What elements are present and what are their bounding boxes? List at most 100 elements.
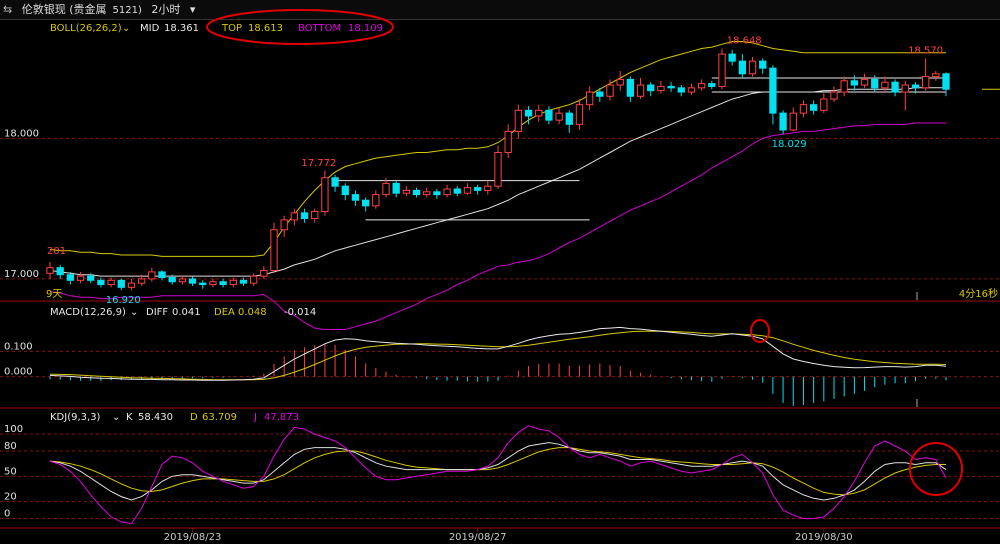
candle-body <box>300 212 309 220</box>
macd-diff-line <box>49 326 947 381</box>
candle-body <box>127 282 136 288</box>
candle-body <box>148 271 156 280</box>
macd-legend-item: DEA <box>214 307 235 318</box>
candle-body <box>606 84 614 97</box>
countdown-note: 4分16秒 <box>959 287 998 300</box>
candle-body <box>158 271 166 279</box>
chart-window: ⇆ 伦敦银现 (贵金属 5121) 2小时 ▾ 18.000 17.000 0.100… <box>0 0 1000 544</box>
candle-body <box>178 278 187 283</box>
candle-body <box>382 182 390 196</box>
candle-body <box>280 219 288 231</box>
candle-body <box>657 85 665 92</box>
low-price-label: 18.029 <box>772 139 807 150</box>
candle-body <box>697 83 706 89</box>
candle-body <box>535 109 543 117</box>
candle-body <box>565 112 573 125</box>
macd-legend-item: 0.041 <box>172 307 201 318</box>
candle-body <box>270 229 278 271</box>
high-price-label: 17.772 <box>301 158 336 169</box>
candle-body <box>596 91 604 97</box>
candle-body <box>504 130 512 153</box>
candle-body <box>494 151 502 187</box>
macd-legend-item: DIFF <box>146 307 168 318</box>
candle-body <box>718 53 726 87</box>
candle-body <box>575 104 584 125</box>
boll-legend-item: MID <box>140 23 160 34</box>
candle-body <box>443 188 451 196</box>
boll-legend-item: BOLL(26,26,2) <box>50 23 122 34</box>
candle-body <box>728 53 736 62</box>
candle-body <box>76 275 85 281</box>
boll-legend-item: ⌄ <box>122 23 130 34</box>
kdj-legend-item: 58.430 <box>138 412 173 423</box>
left-note: 9天 <box>46 289 62 300</box>
candle-body <box>56 267 64 276</box>
offscreen-price-label: 201 <box>47 246 66 257</box>
candle-body <box>87 275 95 281</box>
candle-body <box>708 83 716 87</box>
candle-body <box>209 281 217 286</box>
candle-body <box>137 278 146 284</box>
kdj-tick-label: 50 <box>4 466 17 477</box>
candle-body <box>473 187 482 191</box>
candle-body <box>351 194 360 201</box>
candle-body <box>545 109 553 121</box>
candle-body <box>402 189 411 194</box>
candle-body <box>932 73 940 78</box>
candle-body <box>372 194 380 207</box>
candle-body <box>789 112 797 131</box>
macd-legend-item: MACD(12,26,9) <box>50 307 126 318</box>
kdj-legend-item: ⌄ <box>112 412 120 423</box>
candle-body <box>423 191 431 196</box>
candle-body <box>260 269 268 277</box>
candle-body <box>361 199 370 207</box>
candle-body <box>911 84 920 89</box>
candle-body <box>759 60 767 69</box>
candle-body <box>46 267 54 274</box>
x-tick-label: 2019/08/27 <box>449 532 507 543</box>
kdj-legend-item: D <box>190 412 198 423</box>
boll-legend-item: 18.109 <box>348 23 383 34</box>
macd-dea-line <box>49 330 947 381</box>
candle-body <box>331 177 339 187</box>
candle-body <box>341 185 349 196</box>
kdj-tick-label: 80 <box>4 441 17 452</box>
candle-body <box>433 191 441 196</box>
candle-body <box>66 274 75 281</box>
kdj-legend-item: 47.873 <box>264 412 299 423</box>
candle-body <box>463 187 472 194</box>
annotation-ellipse <box>750 319 770 343</box>
candle-body <box>199 282 207 286</box>
candle-body <box>168 277 176 283</box>
candle-body <box>97 279 105 286</box>
macd-tick-label: 0.100 <box>4 341 33 352</box>
candle-body <box>626 78 635 97</box>
kdj-d-line <box>49 447 946 496</box>
candle-body <box>249 275 258 284</box>
boll-legend-item: BOTTOM <box>298 23 341 34</box>
candle-body <box>290 212 299 221</box>
candle-body <box>239 279 248 284</box>
candle-body <box>453 188 461 194</box>
kdj-legend-item: J <box>253 412 257 423</box>
x-tick-label: 2019/08/30 <box>795 532 853 543</box>
price-tick-label: 17.000 <box>4 269 39 280</box>
candle-body <box>840 80 848 93</box>
macd-legend-item: -0.014 <box>284 307 316 318</box>
chart-canvas[interactable]: 18.000 17.000 0.100 0.000 100 80 50 20 0 2019/08/… <box>0 0 1000 544</box>
candle-body <box>748 60 757 75</box>
candle-body <box>524 109 533 117</box>
candle-body <box>779 112 787 131</box>
kdj-legend-item: 63.709 <box>202 412 237 423</box>
candle-body <box>188 278 197 284</box>
candle-body <box>820 98 828 111</box>
candle-body <box>412 189 421 196</box>
macd-tick-label: 0.000 <box>4 367 33 378</box>
low-price-label: 16.920 <box>106 295 141 306</box>
candle-body <box>830 91 838 100</box>
price-tick-label: 18.000 <box>4 128 39 139</box>
candle-body <box>881 81 889 89</box>
candle-body <box>392 182 400 194</box>
candle-body <box>942 73 950 90</box>
candle-body <box>891 81 899 93</box>
